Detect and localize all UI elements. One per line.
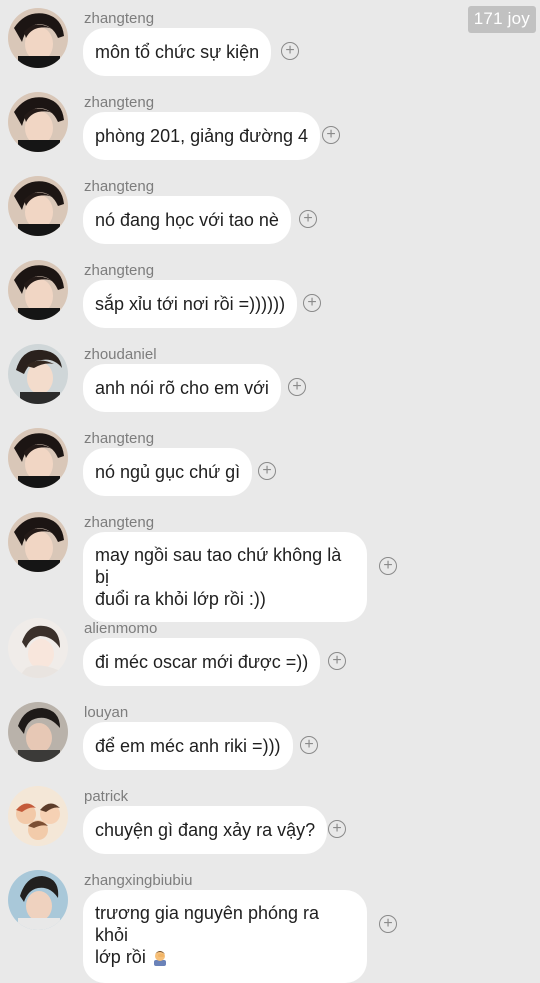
avatar[interactable]	[8, 8, 68, 68]
username: zhoudaniel	[84, 346, 157, 363]
message-text-line: lớp rồi	[95, 947, 146, 967]
username: zhangxingbiubiu	[84, 872, 193, 889]
username: zhangteng	[84, 262, 155, 279]
message-bubble[interactable]: nó ngủ gục chứ gì	[83, 448, 253, 496]
avatar[interactable]	[8, 618, 68, 678]
plus-circle-icon[interactable]: +	[379, 557, 397, 575]
avatar[interactable]	[8, 428, 68, 488]
message-bubble[interactable]: sắp xỉu tới nơi rồi =))))))	[83, 280, 298, 328]
plus-circle-icon[interactable]: +	[328, 652, 346, 670]
message-bubble[interactable]: may ngồi sau tao chứ không là bị đuổi ra…	[83, 532, 367, 622]
username: louyan	[84, 704, 129, 721]
plus-circle-icon[interactable]: +	[379, 915, 397, 933]
username: alienmomo	[84, 620, 158, 637]
plus-circle-icon[interactable]: +	[303, 294, 321, 312]
plus-circle-icon[interactable]: +	[288, 378, 306, 396]
message-text-line: may ngồi sau tao chứ không là bị	[95, 545, 342, 587]
avatar[interactable]	[8, 702, 68, 762]
username: zhangteng	[84, 94, 155, 111]
message-bubble[interactable]: anh nói rõ cho em với	[83, 364, 281, 412]
watermark-label: 171 joy	[467, 6, 536, 33]
message-text-line-with-emoji: lớp rồi	[95, 946, 355, 971]
message-bubble[interactable]: chuyện gì đang xảy ra vậy?	[83, 806, 328, 854]
username: zhangteng	[84, 10, 155, 27]
avatar[interactable]	[8, 786, 68, 846]
plus-circle-icon[interactable]: +	[328, 820, 346, 838]
username: patrick	[84, 788, 129, 805]
username: zhangteng	[84, 178, 155, 195]
avatar[interactable]	[8, 870, 68, 930]
person-facepalming-icon	[151, 948, 169, 971]
avatar[interactable]	[8, 344, 68, 404]
avatar[interactable]	[8, 176, 68, 236]
message-bubble[interactable]: trương gia nguyên phóng ra khỏi lớp rồi	[83, 890, 367, 983]
message-bubble[interactable]: phòng 201, giảng đường 4	[83, 112, 321, 160]
username: zhangteng	[84, 430, 155, 447]
avatar[interactable]	[8, 512, 68, 572]
message-text-line: đuổi ra khỏi lớp rồi :))	[95, 589, 266, 609]
plus-circle-icon[interactable]: +	[299, 210, 317, 228]
avatar[interactable]	[8, 260, 68, 320]
message-bubble[interactable]: nó đang học với tao nè	[83, 196, 291, 244]
plus-circle-icon[interactable]: +	[281, 42, 299, 60]
plus-circle-icon[interactable]: +	[300, 736, 318, 754]
username: zhangteng	[84, 514, 155, 531]
avatar[interactable]	[8, 92, 68, 152]
message-text-line: trương gia nguyên phóng ra khỏi	[95, 903, 320, 945]
message-bubble[interactable]: đi méc oscar mới được =))	[83, 638, 321, 686]
plus-circle-icon[interactable]: +	[322, 126, 340, 144]
message-bubble[interactable]: môn tổ chức sự kiện	[83, 28, 272, 76]
message-bubble[interactable]: để em méc anh riki =)))	[83, 722, 293, 770]
plus-circle-icon[interactable]: +	[258, 462, 276, 480]
